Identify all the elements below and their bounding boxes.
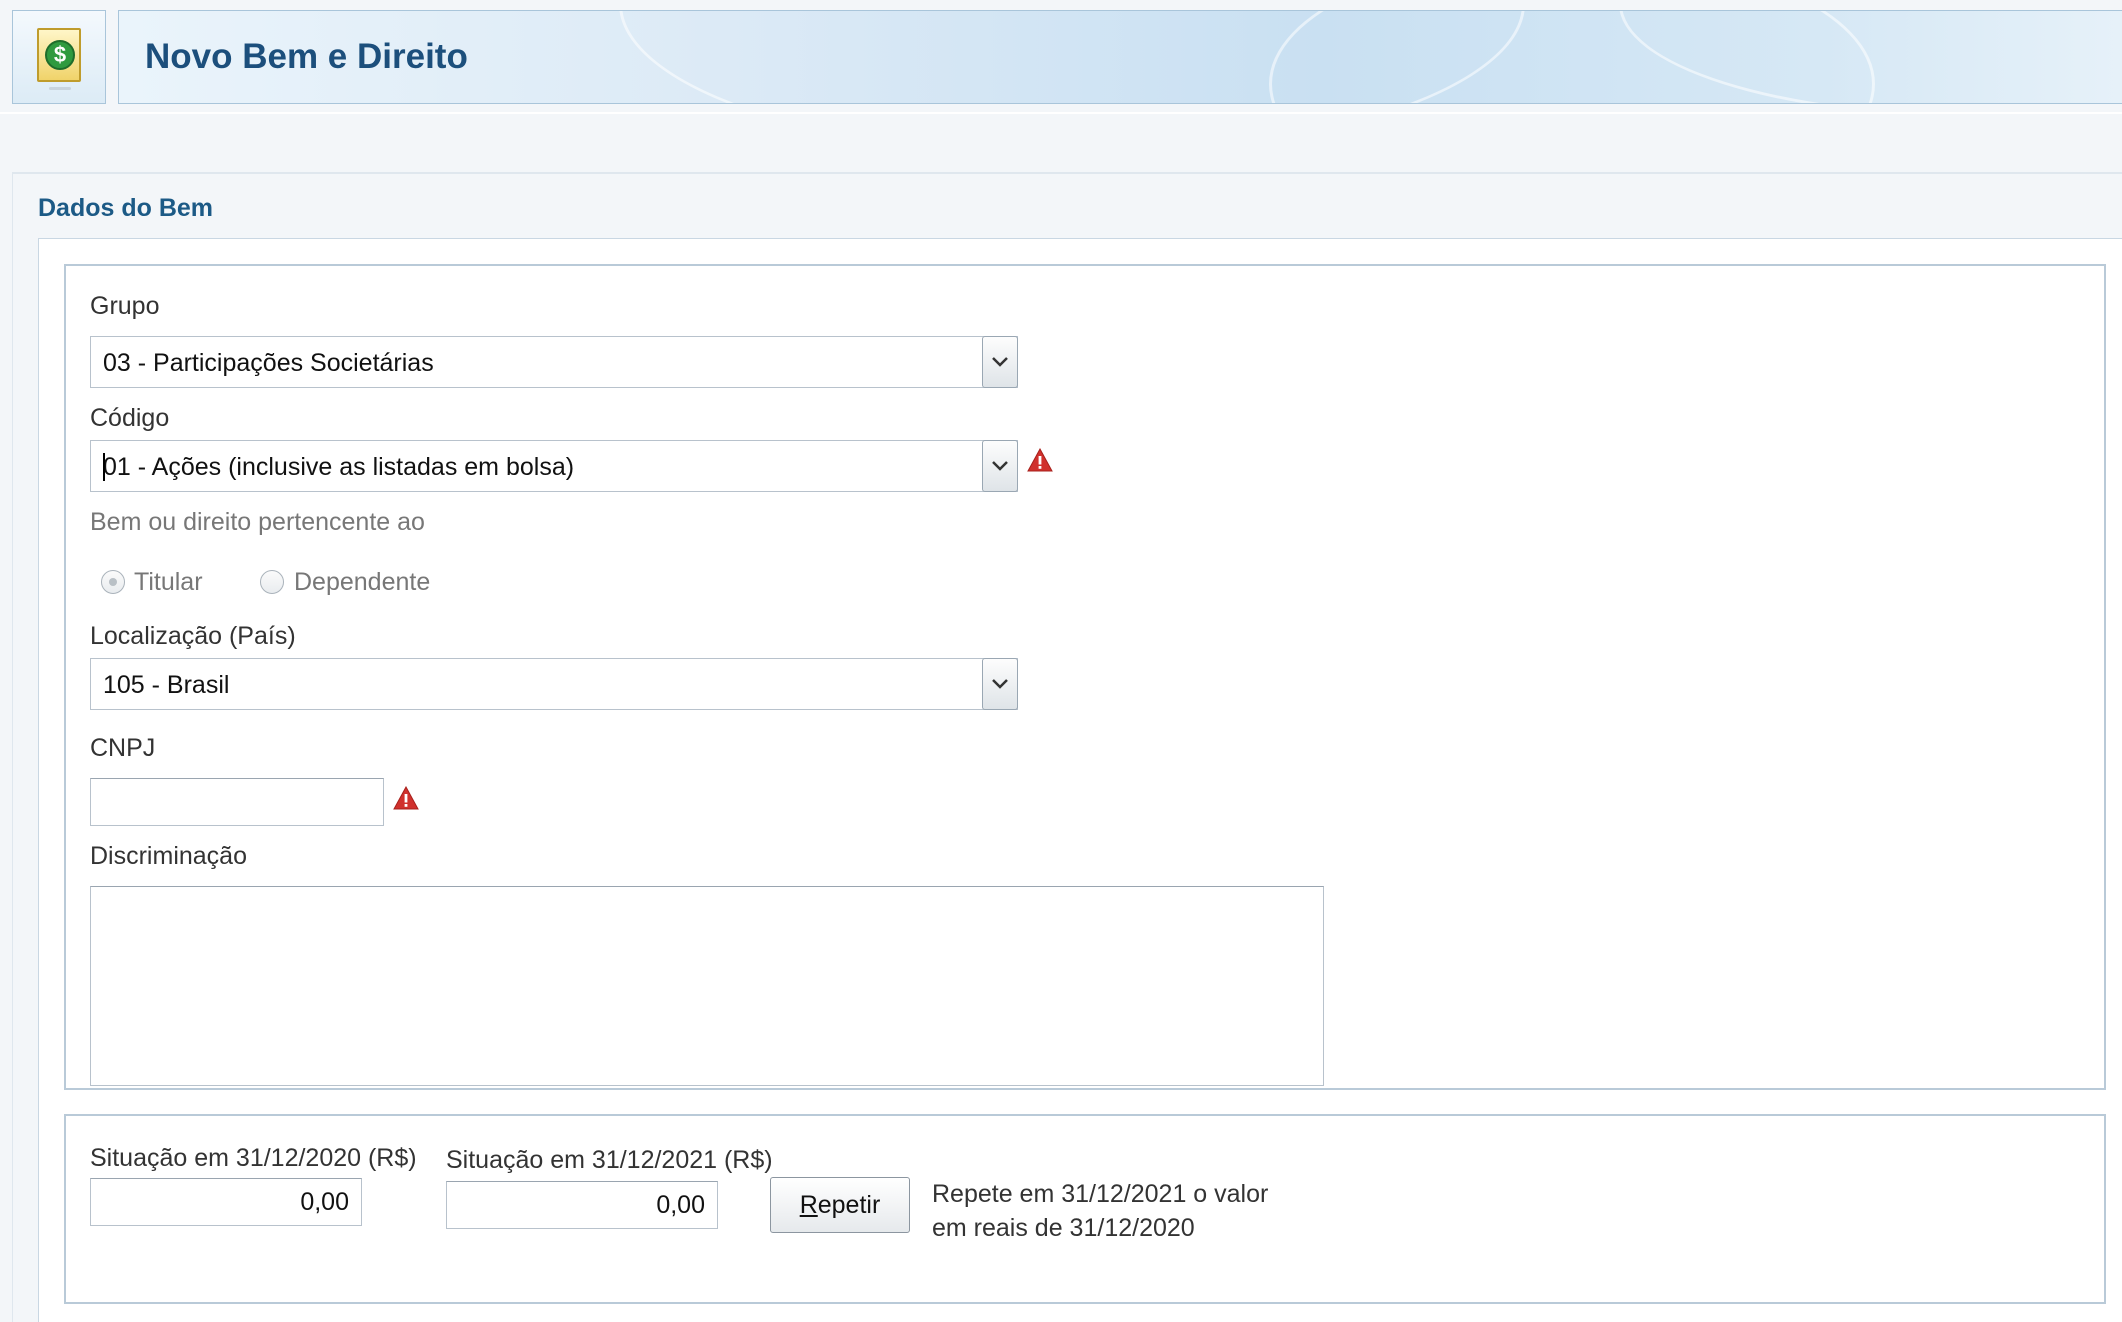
repetir-mnemonic: R <box>799 1191 818 1219</box>
header-divider <box>0 112 2122 114</box>
codigo-select[interactable]: 01 - Ações (inclusive as listadas em bol… <box>90 440 1018 492</box>
repetir-button[interactable]: Repetir <box>770 1177 910 1233</box>
radio-dependente[interactable] <box>260 570 284 594</box>
radio-titular-label: Titular <box>134 568 203 596</box>
localizacao-select[interactable]: 105 - Brasil <box>90 658 1018 710</box>
situacao-2020-label: Situação em 31/12/2020 (R$) <box>90 1144 417 1172</box>
codigo-label: Código <box>90 404 170 432</box>
situacao-2021-label: Situação em 31/12/2021 (R$) <box>446 1146 773 1174</box>
repetir-hint-line1: Repete em 31/12/2021 o valor <box>932 1180 1269 1208</box>
money-document-icon: $ <box>37 28 81 82</box>
discriminacao-textarea[interactable] <box>90 886 1324 1086</box>
grupo-select-value: 03 - Participações Societárias <box>103 349 434 377</box>
dollar-coin-icon: $ <box>45 40 75 70</box>
grupo-select[interactable]: 03 - Participações Societárias <box>90 336 1018 388</box>
discriminacao-label: Discriminação <box>90 842 247 870</box>
repetir-label: epetir <box>817 1191 881 1219</box>
grupo-label: Grupo <box>90 292 160 320</box>
radio-titular[interactable] <box>101 570 125 594</box>
localizacao-label: Localização (País) <box>90 622 296 650</box>
cnpj-label: CNPJ <box>90 734 156 762</box>
warning-icon <box>1027 448 1053 472</box>
localizacao-select-value: 105 - Brasil <box>103 671 230 699</box>
chevron-down-icon[interactable] <box>982 440 1018 492</box>
repetir-hint-line2: em reais de 31/12/2020 <box>932 1214 1195 1242</box>
chevron-down-icon[interactable] <box>982 336 1018 388</box>
page-title: Novo Bem e Direito <box>145 37 468 76</box>
situacao-group <box>64 1114 2106 1304</box>
header-banner: Novo Bem e Direito <box>118 10 2122 104</box>
header-icon-box: $ <box>12 10 106 104</box>
codigo-select-value: 01 - Ações (inclusive as listadas em bol… <box>103 453 575 481</box>
pertencente-label: Bem ou direito pertencente ao <box>90 508 425 536</box>
text-caret <box>103 453 105 481</box>
situacao-2020-input[interactable] <box>90 1178 362 1226</box>
chevron-down-icon[interactable] <box>982 658 1018 710</box>
situacao-2021-input[interactable] <box>446 1181 718 1229</box>
cnpj-input[interactable] <box>90 778 384 826</box>
radio-dependente-label: Dependente <box>294 568 431 596</box>
warning-icon <box>393 786 419 810</box>
icon-shadow <box>49 87 71 90</box>
section-title: Dados do Bem <box>38 194 214 222</box>
